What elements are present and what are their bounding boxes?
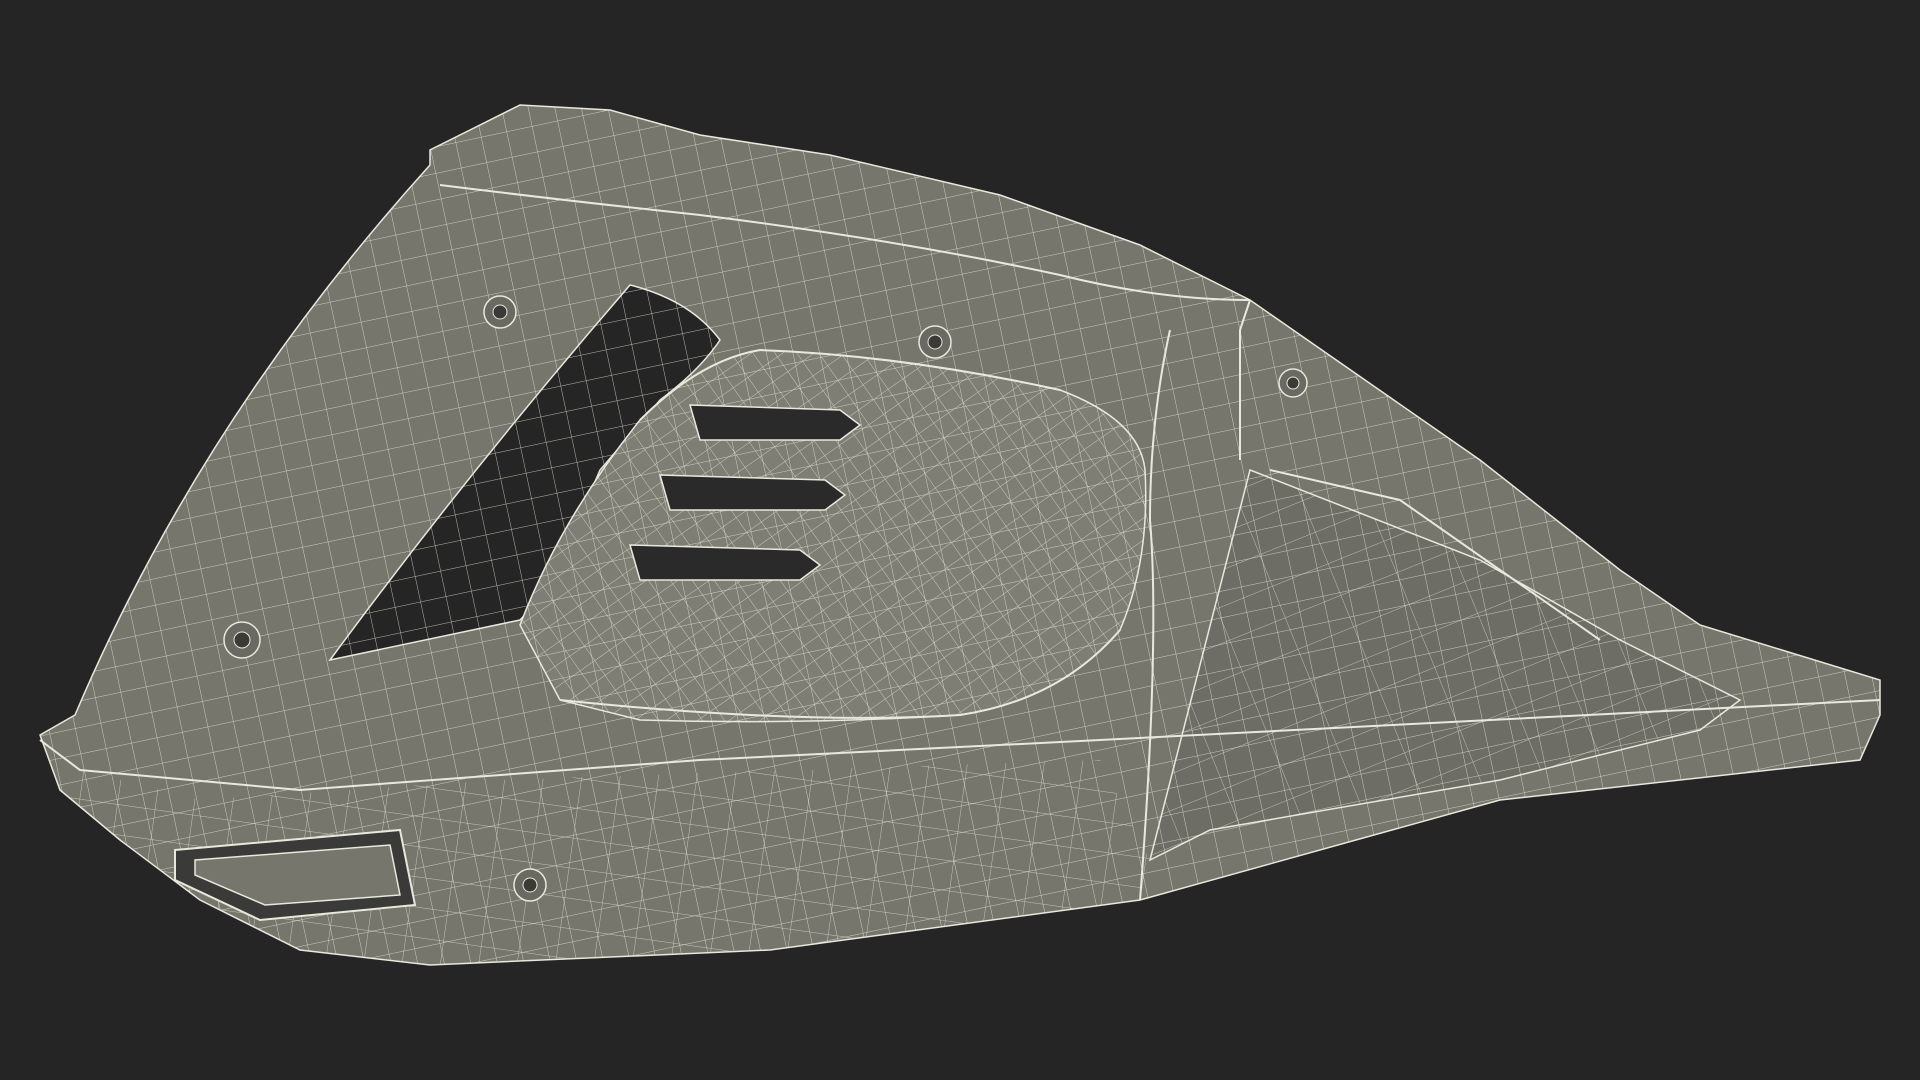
screw-icon [483,295,517,329]
screw-icon [1278,368,1308,398]
wireframe-mesh [40,105,1880,965]
screw-icon [918,325,952,359]
screw-icon [513,868,547,902]
vent-slot [658,474,847,511]
render-viewport [0,0,1920,1080]
screw-icon [223,621,261,659]
vent-slot [628,544,822,581]
vacuum-wireframe-render [39,104,1881,966]
vent-slot [688,404,862,441]
